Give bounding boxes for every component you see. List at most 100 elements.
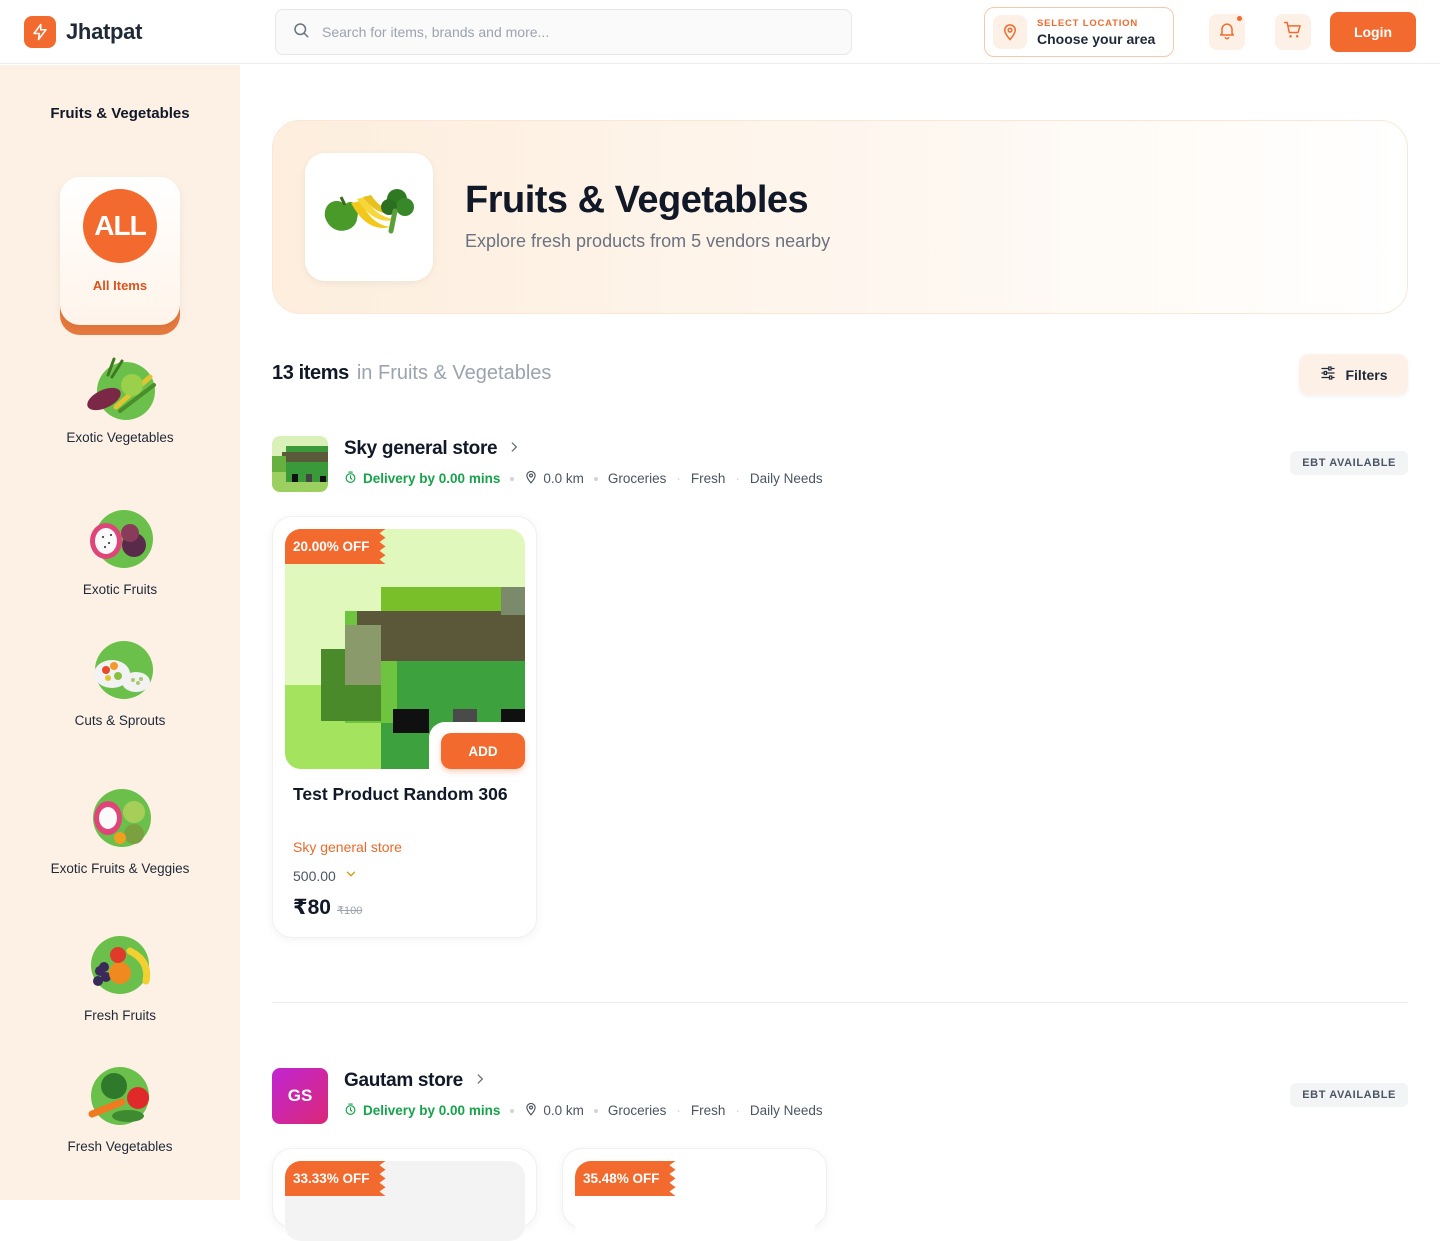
fresh-vegetables-icon	[82, 1064, 158, 1132]
vegetables-icon	[82, 355, 158, 423]
delivery-text: Delivery by 0.00 mins	[363, 471, 501, 486]
price-current: ₹80	[293, 895, 331, 920]
tag-separator: ·	[676, 471, 681, 486]
vendor-name[interactable]: Gautam store	[344, 1070, 463, 1092]
product-name[interactable]: Test Product Random 306	[293, 783, 513, 806]
distance-text: 0.0 km	[543, 471, 584, 486]
sidebar-title: Fruits & Vegetables	[50, 105, 190, 122]
all-badge: ALL	[83, 189, 157, 263]
cart-button[interactable]	[1275, 14, 1311, 50]
tag-separator: ·	[735, 471, 740, 486]
ebt-badge: EBT AVAILABLE	[1290, 1083, 1408, 1107]
vendor-header: Sky general store Delivery by 0.00 mins …	[272, 436, 1408, 492]
notification-dot	[1237, 16, 1242, 21]
sidebar-item-exotic-fruits-veggies[interactable]: Exotic Fruits & Veggies	[0, 786, 240, 877]
quantity-selector[interactable]: 500.00	[293, 867, 358, 884]
timer-icon	[344, 1102, 357, 1119]
separator-dot	[510, 1108, 515, 1113]
discount-badge: 33.33% OFF	[285, 1161, 386, 1196]
sidebar-item-exotic-fruits[interactable]: Exotic Fruits	[0, 507, 240, 598]
sidebar-item-label: Cuts & Sprouts	[74, 713, 166, 728]
item-count-context: in Fruits & Vegetables	[356, 362, 552, 384]
product-price: ₹80 ₹100	[293, 895, 362, 920]
all-items-label: All Items	[92, 278, 148, 293]
item-count: 13 items	[272, 362, 349, 384]
tag-separator: ·	[735, 1103, 740, 1118]
results-summary: 13 items in Fruits & Vegetables	[272, 362, 551, 385]
produce-icon	[305, 153, 433, 281]
vendor-tag: Daily Needs	[749, 471, 823, 486]
vendor-tag: Daily Needs	[749, 1103, 823, 1118]
currency-symbol: ₹	[293, 896, 308, 919]
product-card[interactable]: 33.33% OFF	[272, 1148, 537, 1241]
separator-dot	[510, 476, 515, 481]
map-pin-icon	[524, 1102, 538, 1119]
price-original: ₹100	[336, 905, 363, 917]
vendor-logo[interactable]	[272, 436, 328, 492]
location-selector[interactable]: SELECT LOCATION Choose your area	[984, 7, 1174, 57]
sidebar-item-all[interactable]: ALL All Items	[60, 177, 180, 325]
vendor-name[interactable]: Sky general store	[344, 438, 498, 460]
timer-icon	[344, 470, 357, 487]
page-title: Fruits & Vegetables	[465, 179, 809, 221]
quantity-value: 500.00	[293, 867, 336, 884]
distance-text: 0.0 km	[543, 1103, 584, 1118]
map-pin-icon	[524, 470, 538, 487]
vendor-header: GS Gautam store Delivery by 0.00 mins 0.…	[272, 1068, 1408, 1124]
add-to-cart-button[interactable]: ADD	[441, 733, 525, 769]
vendor-tag: Groceries	[607, 1103, 667, 1118]
category-hero: Fruits & Vegetables Explore fresh produc…	[272, 120, 1408, 314]
brand-logo[interactable]: Jhatpat	[24, 16, 142, 48]
delivery-eta: Delivery by 0.00 mins	[344, 470, 501, 487]
separator-dot	[593, 476, 598, 481]
sidebar-item-label: Exotic Fruits	[82, 582, 158, 597]
cart-icon	[1283, 20, 1303, 45]
lightning-icon	[24, 16, 56, 48]
chevron-down-icon	[344, 867, 358, 884]
location-value: Choose your area	[1037, 30, 1156, 47]
vendor-distance: 0.0 km	[524, 1102, 584, 1119]
vendor-divider	[272, 1002, 1408, 1003]
salad-icon	[82, 638, 158, 706]
vendor-logo[interactable]: GS	[272, 1068, 328, 1124]
location-kicker: SELECT LOCATION	[1037, 17, 1139, 29]
vendor-distance: 0.0 km	[524, 470, 584, 487]
separator-dot	[593, 1108, 598, 1113]
search-input[interactable]: Search for items, brands and more...	[322, 24, 549, 40]
price-value: 80	[307, 896, 331, 919]
sidebar-item-label: Fresh Vegetables	[67, 1139, 173, 1154]
discount-badge: 35.48% OFF	[575, 1161, 676, 1196]
chevron-right-icon[interactable]	[473, 1072, 487, 1091]
product-card[interactable]: 20.00% OFF ADD Test Product Random 306 S…	[272, 516, 537, 938]
product-store[interactable]: Sky general store	[293, 839, 402, 855]
filters-label: Filters	[1345, 366, 1388, 383]
notifications-button[interactable]	[1209, 14, 1245, 50]
page-subtitle: Explore fresh products from 5 vendors ne…	[465, 231, 831, 251]
fruits-icon	[82, 933, 158, 1001]
search-bar[interactable]: Search for items, brands and more...	[275, 9, 852, 55]
product-card[interactable]: 35.48% OFF	[562, 1148, 827, 1241]
sidebar-item-fresh-fruits[interactable]: Fresh Fruits	[0, 933, 240, 1024]
sidebar-item-label: Exotic Fruits & Veggies	[50, 861, 190, 876]
vendor-tag: Fresh	[690, 1103, 726, 1118]
delivery-eta: Delivery by 0.00 mins	[344, 1102, 501, 1119]
mixed-produce-icon	[82, 786, 158, 854]
vendor-tag: Groceries	[607, 471, 667, 486]
category-sidebar: Fruits & Vegetables ALL All Items Exotic…	[0, 65, 240, 1200]
filters-button[interactable]: Filters	[1299, 354, 1408, 395]
sidebar-item-label: Exotic Vegetables	[66, 430, 174, 445]
delivery-text: Delivery by 0.00 mins	[363, 1103, 501, 1118]
tag-separator: ·	[676, 1103, 681, 1118]
sidebar-item-fresh-vegetables[interactable]: Fresh Vegetables	[0, 1064, 240, 1155]
chevron-right-icon[interactable]	[507, 440, 521, 459]
discount-badge: 20.00% OFF	[285, 529, 386, 564]
vendor-tag: Fresh	[690, 471, 726, 486]
sidebar-item-exotic-vegetables[interactable]: Exotic Vegetables	[0, 355, 240, 446]
login-button[interactable]: Login	[1330, 12, 1416, 52]
top-header: Jhatpat Search for items, brands and mor…	[0, 0, 1440, 64]
sidebar-item-cuts-sprouts[interactable]: Cuts & Sprouts	[0, 638, 240, 729]
sidebar-item-label: Fresh Fruits	[83, 1008, 156, 1023]
search-icon	[292, 21, 310, 44]
sliders-icon	[1319, 364, 1337, 385]
ebt-badge: EBT AVAILABLE	[1290, 451, 1408, 475]
